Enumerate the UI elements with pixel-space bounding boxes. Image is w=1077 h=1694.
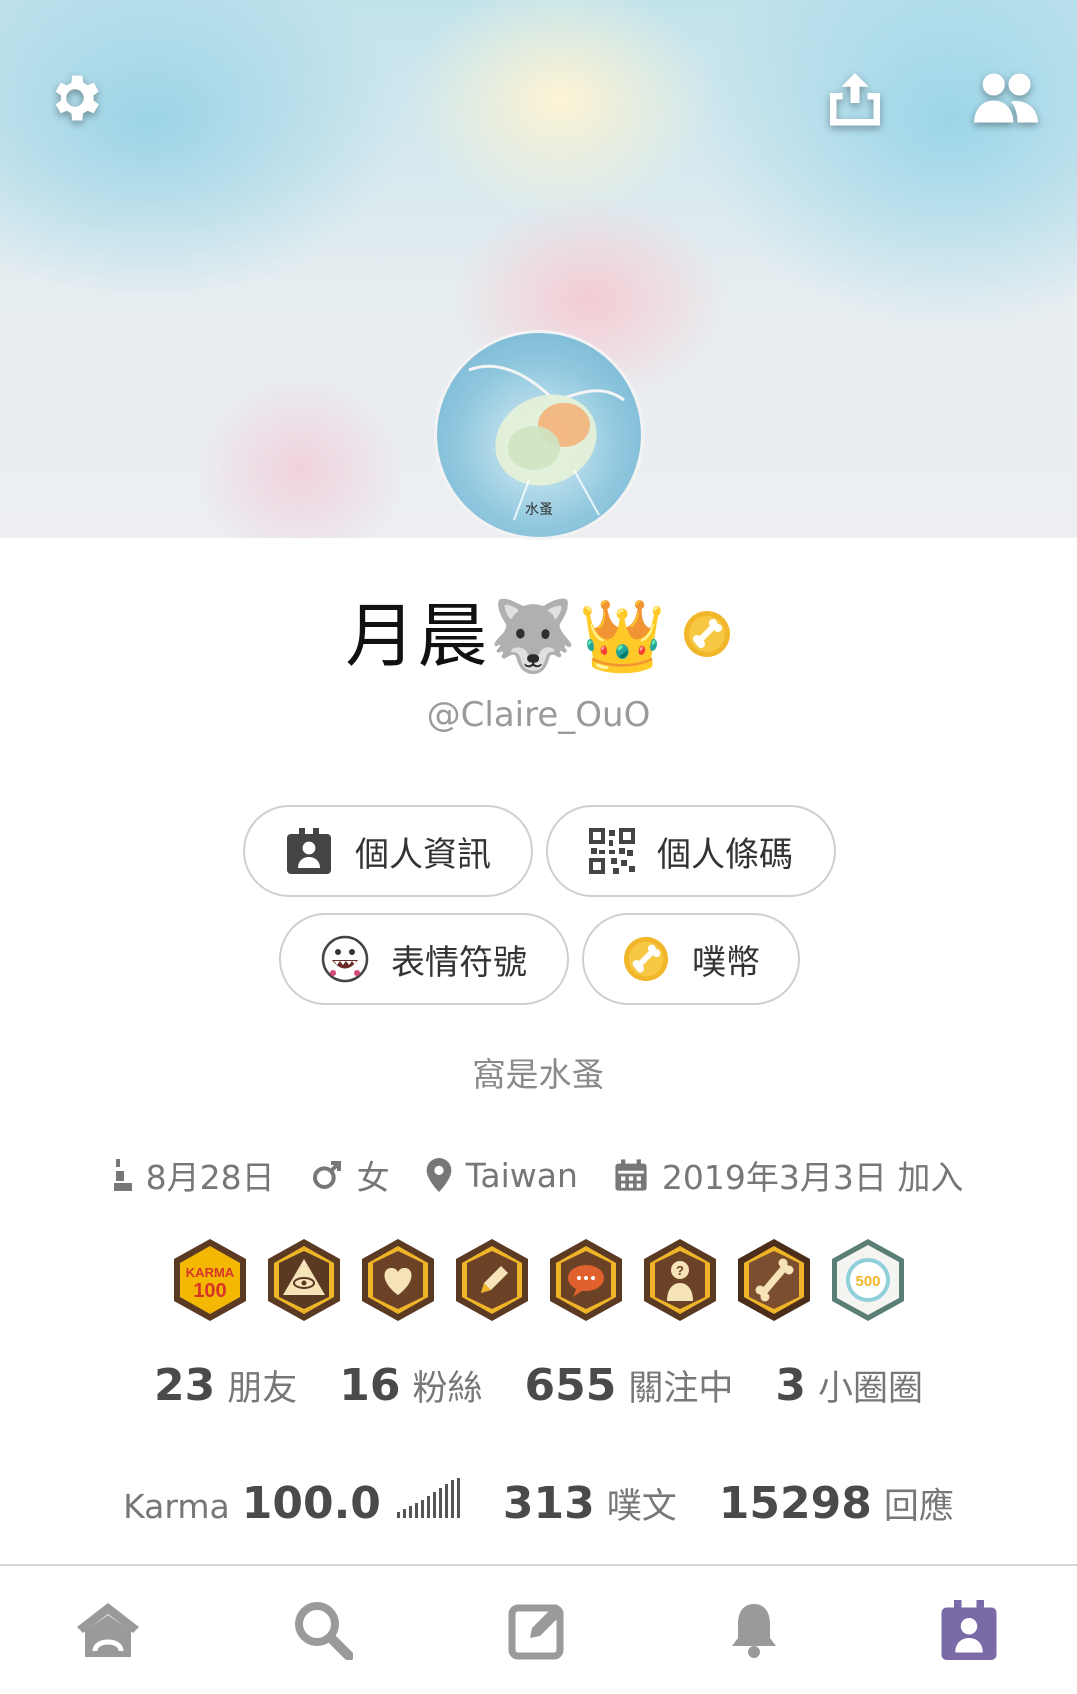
profile-meta-row: 8月28日 女 Taiwan 2019年3月3日 加入 [0, 1150, 1077, 1200]
500-badge[interactable]: 500 [829, 1237, 907, 1323]
tab-search[interactable] [273, 1580, 373, 1680]
responses-count: 15298 [718, 1478, 872, 1529]
karma-signal-icon [396, 1478, 460, 1518]
bone-badge[interactable] [735, 1237, 813, 1323]
birthday-cake-icon [113, 1159, 132, 1191]
emoticons-label: 表情符號 [391, 942, 527, 983]
gender-item: 女 [311, 1151, 390, 1199]
coin-icon [623, 936, 669, 982]
bio-text: 窩是水蚤 [472, 1055, 605, 1094]
emoticon-icon [321, 935, 369, 983]
karma-label: Karma [123, 1487, 230, 1526]
joined-text: 2019年3月3日 加入 [661, 1158, 964, 1197]
fans-count: 16 [339, 1360, 401, 1411]
upload-icon [830, 73, 880, 126]
calendar-icon [615, 1159, 647, 1191]
display-name: 月晨🐺👑 [345, 594, 668, 677]
illuminati-eye-badge[interactable] [265, 1237, 343, 1323]
friends-label: 朋友 [227, 1369, 298, 1409]
plurks-label: 噗文 [606, 1487, 677, 1527]
settings-button[interactable] [35, 58, 115, 138]
badges-row: KARMA 100 ? 500 [0, 1237, 1077, 1323]
activity-stats-row: Karma 100.0 313 噗文 15298 回應 [0, 1478, 1077, 1529]
pencil-badge[interactable] [453, 1237, 531, 1323]
friends-button[interactable] [966, 58, 1046, 138]
search-icon [295, 1602, 354, 1660]
karma-100-badge[interactable]: KARMA 100 [171, 1237, 249, 1323]
location-text: Taiwan [465, 1155, 578, 1195]
question-person-badge[interactable]: ? [641, 1237, 719, 1323]
qr-code-icon [589, 828, 635, 874]
plurk-coins-button[interactable]: 噗幣 [582, 913, 800, 1005]
emoticons-button[interactable]: 表情符號 [279, 913, 569, 1005]
social-stats-row: 23 朋友 16 粉絲 655 關注中 3 小圈圈 [0, 1360, 1077, 1411]
following-stat[interactable]: 655 關注中 [524, 1360, 733, 1411]
500-badge-text: 500 [855, 1273, 880, 1290]
people-icon [974, 73, 1038, 123]
username-handle: @Claire_OuO [426, 695, 651, 735]
location-item: Taiwan [426, 1156, 578, 1195]
karma-badge-top-text: KARMA [185, 1265, 234, 1280]
profile-info-button[interactable]: 個人資訊 [243, 805, 533, 897]
tab-notifications[interactable] [704, 1580, 804, 1680]
karma-value: 100.0 [241, 1478, 381, 1529]
speech-bubble-badge[interactable] [547, 1237, 625, 1323]
plurk-coins-label: 噗幣 [692, 942, 760, 983]
tab-home[interactable] [58, 1580, 158, 1680]
following-count: 655 [524, 1360, 617, 1411]
tab-profile[interactable] [919, 1580, 1019, 1680]
cliques-label: 小圈圈 [817, 1369, 923, 1409]
heart-badge[interactable] [359, 1237, 437, 1323]
cliques-stat[interactable]: 3 小圈圈 [775, 1360, 923, 1411]
tab-compose[interactable] [488, 1580, 588, 1680]
coin-icon [683, 611, 730, 657]
plurks-count: 313 [502, 1478, 595, 1529]
avatar[interactable]: 水蚤 [434, 330, 644, 540]
gear-icon [55, 75, 99, 121]
map-pin-icon [426, 1158, 452, 1192]
name-row: 月晨🐺👑 [0, 585, 1077, 677]
responses-label: 回應 [883, 1487, 954, 1527]
personal-qr-label: 個人條碼 [657, 834, 793, 875]
compose-icon [508, 1604, 565, 1660]
profile-info-label: 個人資訊 [355, 834, 491, 875]
share-button[interactable] [815, 58, 895, 138]
birthday-text: 8月28日 [145, 1158, 275, 1197]
responses-stat[interactable]: 15298 回應 [719, 1478, 954, 1529]
avatar-caption: 水蚤 [525, 502, 553, 518]
home-icon [76, 1603, 139, 1657]
following-label: 關注中 [628, 1369, 734, 1409]
bell-icon [731, 1604, 776, 1658]
profile-card-icon [941, 1600, 997, 1660]
karma-badge-bottom-text: 100 [193, 1280, 226, 1302]
bottom-tabbar [0, 1566, 1077, 1694]
karma-stat[interactable]: Karma 100.0 [123, 1478, 461, 1529]
svg-text:?: ? [676, 1263, 684, 1278]
fans-label: 粉絲 [412, 1369, 483, 1409]
fans-stat[interactable]: 16 粉絲 [339, 1360, 482, 1411]
personal-qr-button[interactable]: 個人條碼 [546, 805, 836, 897]
cliques-count: 3 [775, 1360, 806, 1411]
gender-male-icon [312, 1161, 341, 1189]
gender-text: 女 [356, 1158, 390, 1197]
birthday-item: 8月28日 [113, 1151, 275, 1199]
id-card-icon [287, 828, 331, 874]
plurks-stat[interactable]: 313 噗文 [503, 1478, 677, 1529]
joined-item: 2019年3月3日 加入 [614, 1151, 963, 1199]
friends-count: 23 [153, 1360, 216, 1411]
friends-stat[interactable]: 23 朋友 [154, 1360, 297, 1411]
